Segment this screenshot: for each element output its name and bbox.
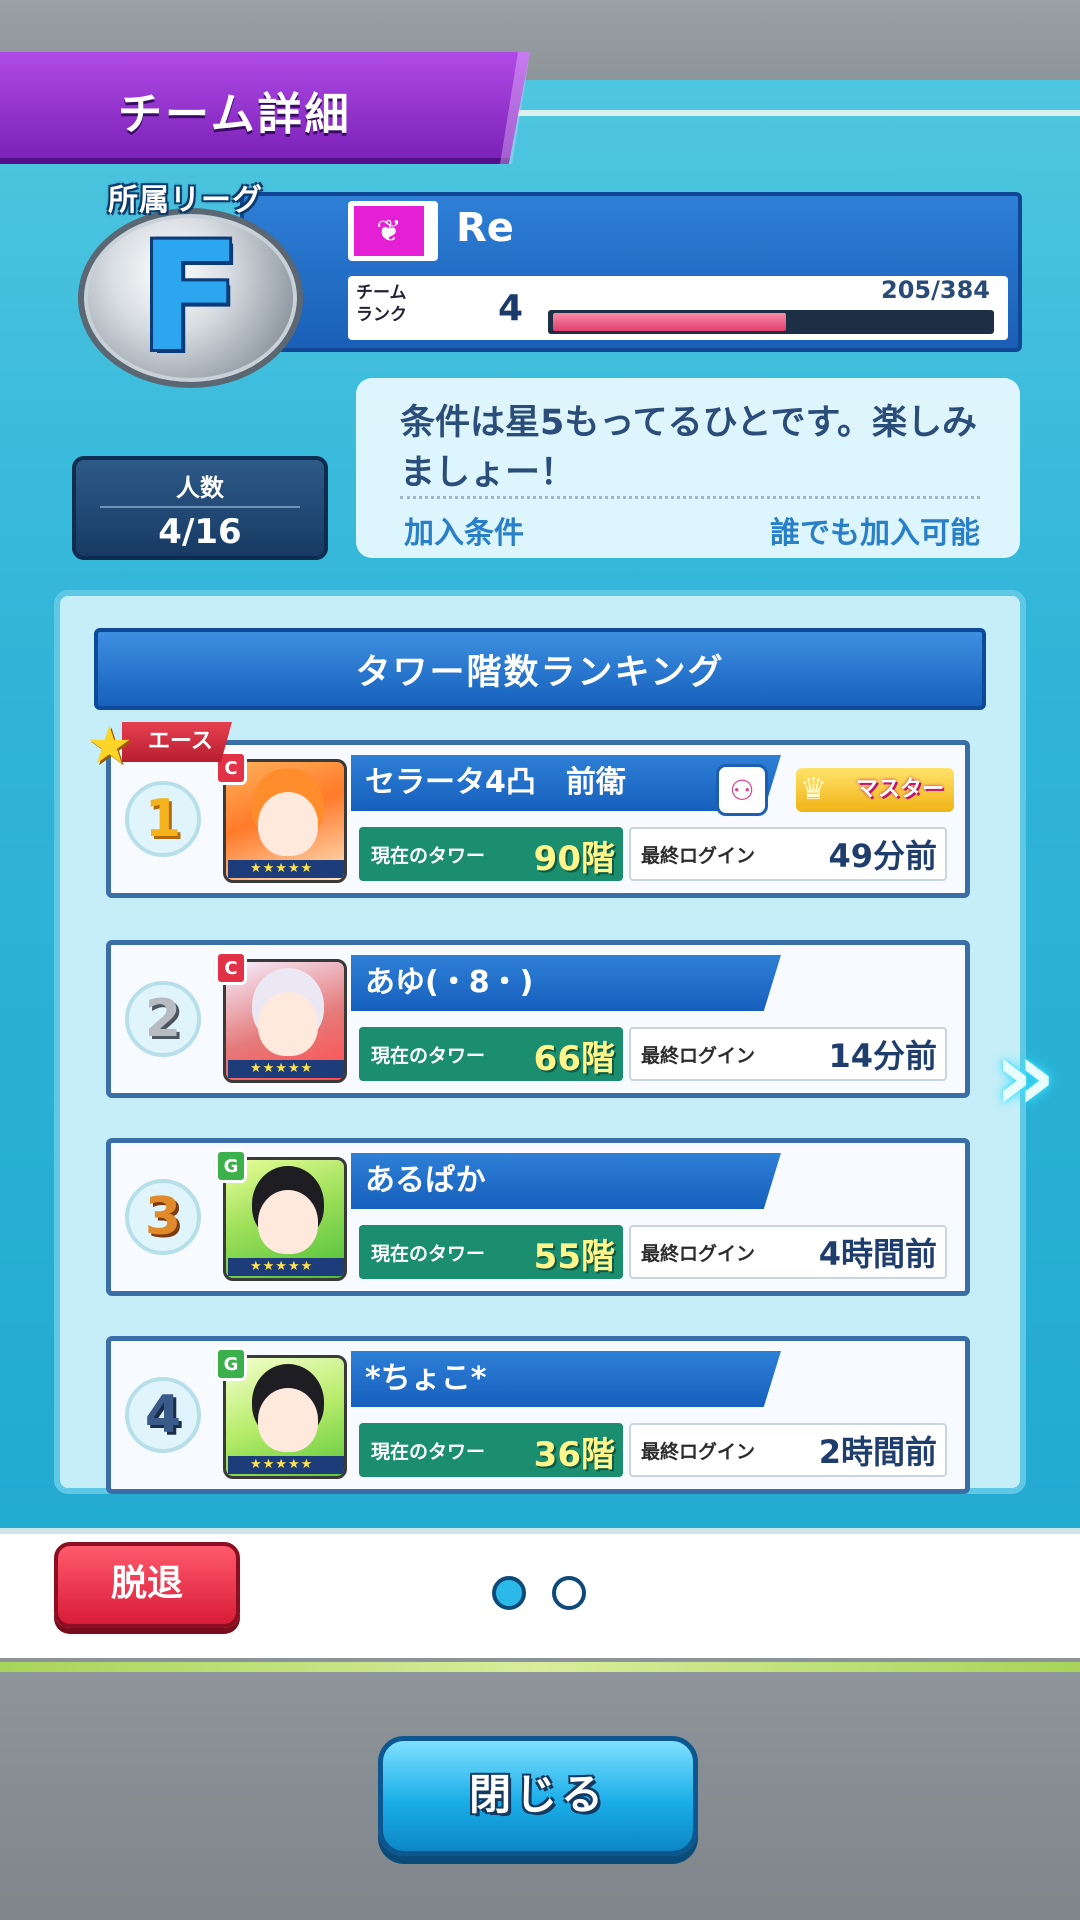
avatar-face [258,792,318,856]
rarity-stars-icon: ★★★★★ [228,1060,344,1078]
member-name: *ちょこ* [351,1351,781,1407]
ranking-row[interactable]: 1 ★★★★★ C セラータ4凸 前衛 現在のタワー 90階 最終ログイン 49… [106,740,970,898]
member-name: あるぱか [351,1153,781,1209]
team-rank-label-text: チーム ランク [356,283,407,325]
class-badge: C [215,951,247,985]
ranking-row[interactable]: 2 ★★★★★ C あゆ(・8・) 現在のタワー 66階 最終ログイン 14分前 [106,940,970,1098]
team-rank-progress-text: 205/384 [881,276,990,304]
team-rank-progress-fill [553,313,786,331]
team-rank-value: 4 [498,288,524,329]
login-label: 最終ログイン [641,845,756,867]
wing-emblem-icon: ❦ [354,206,424,256]
league-grade: F [139,211,242,385]
rarity-stars-icon: ★★★★★ [228,860,344,878]
rarity-stars-icon: ★★★★★ [228,1456,344,1474]
avatar-face [258,1190,318,1254]
crown-icon: ♛ [800,772,827,807]
login-label: 最終ログイン [641,1441,756,1463]
tower-floor: 66階 [533,1039,615,1079]
last-login: 49分前 [828,837,937,875]
member-name: あゆ(・8・) [351,955,781,1011]
members-divider [100,506,300,508]
join-condition-value: 誰でも加入可能 [770,516,980,551]
members-label: 人数 [176,474,224,502]
ace-star-icon: ★ [86,716,133,776]
description-divider [400,496,980,499]
last-login: 2時間前 [818,1433,937,1471]
rank-number: 3 [125,1179,201,1255]
rarity-stars-icon: ★★★★★ [228,1258,344,1276]
class-badge: G [215,1347,247,1381]
tower-label: 現在のタワー [371,1045,486,1067]
tower-floor: 55階 [533,1237,615,1277]
avatar-face [258,992,318,1056]
ace-badge: エース [122,722,232,762]
page-title: チーム詳細 [118,89,352,140]
rank-number: 2 [125,981,201,1057]
members-count: 4/16 [158,512,242,552]
avatar-face [258,1388,318,1452]
team-description: 条件は星5もってるひとです。楽しみましょー！ [400,403,978,493]
leave-team-button[interactable]: 脱退 [54,1542,240,1628]
close-button[interactable]: 閉じる [378,1736,698,1856]
tower-label: 現在のタワー [371,845,486,867]
next-page-arrow-icon[interactable]: » [994,1020,1056,1132]
join-condition-label: 加入条件 [404,516,524,551]
login-label: 最終ログイン [641,1045,756,1067]
league-label: 所属リーグ [108,183,263,218]
tower-label: 現在のタワー [371,1441,486,1463]
ranking-title: タワー階数ランキング [94,628,986,710]
last-login: 14分前 [828,1037,937,1075]
rank-number: 1 [125,781,201,857]
team-name: Re [456,205,514,251]
tower-label: 現在のタワー [371,1243,486,1265]
team-rank-label: チーム ランク [356,282,436,326]
last-login: 4時間前 [818,1235,937,1273]
ranking-row[interactable]: 3 ★★★★★ G あるぱか 現在のタワー 55階 最終ログイン 4時間前 [106,1138,970,1296]
ranking-row[interactable]: 4 ★★★★★ G *ちょこ* 現在のタワー 36階 最終ログイン 2時間前 [106,1336,970,1494]
page-indicator-dot[interactable] [552,1576,586,1610]
login-label: 最終ログイン [641,1243,756,1265]
tower-floor: 90階 [533,839,615,879]
page-indicator-dot-active[interactable] [492,1576,526,1610]
rank-number: 4 [125,1377,201,1453]
class-badge: G [215,1149,247,1183]
tower-floor: 36階 [533,1435,615,1475]
team-members-icon: ⚇ [716,764,768,816]
